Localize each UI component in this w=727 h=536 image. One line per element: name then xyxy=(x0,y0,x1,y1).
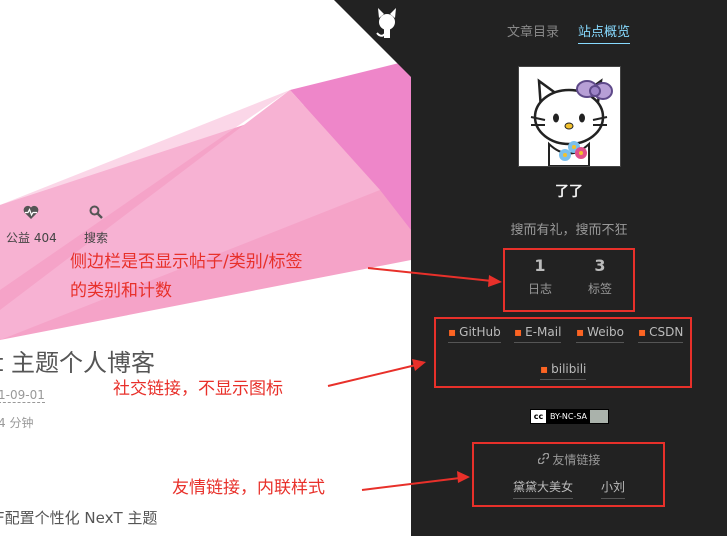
annotation-arrow-icon xyxy=(367,267,502,287)
annotation-arrow-icon xyxy=(327,359,426,387)
annotation-arrow-icon xyxy=(361,471,470,491)
annotation-arrows xyxy=(327,267,502,491)
